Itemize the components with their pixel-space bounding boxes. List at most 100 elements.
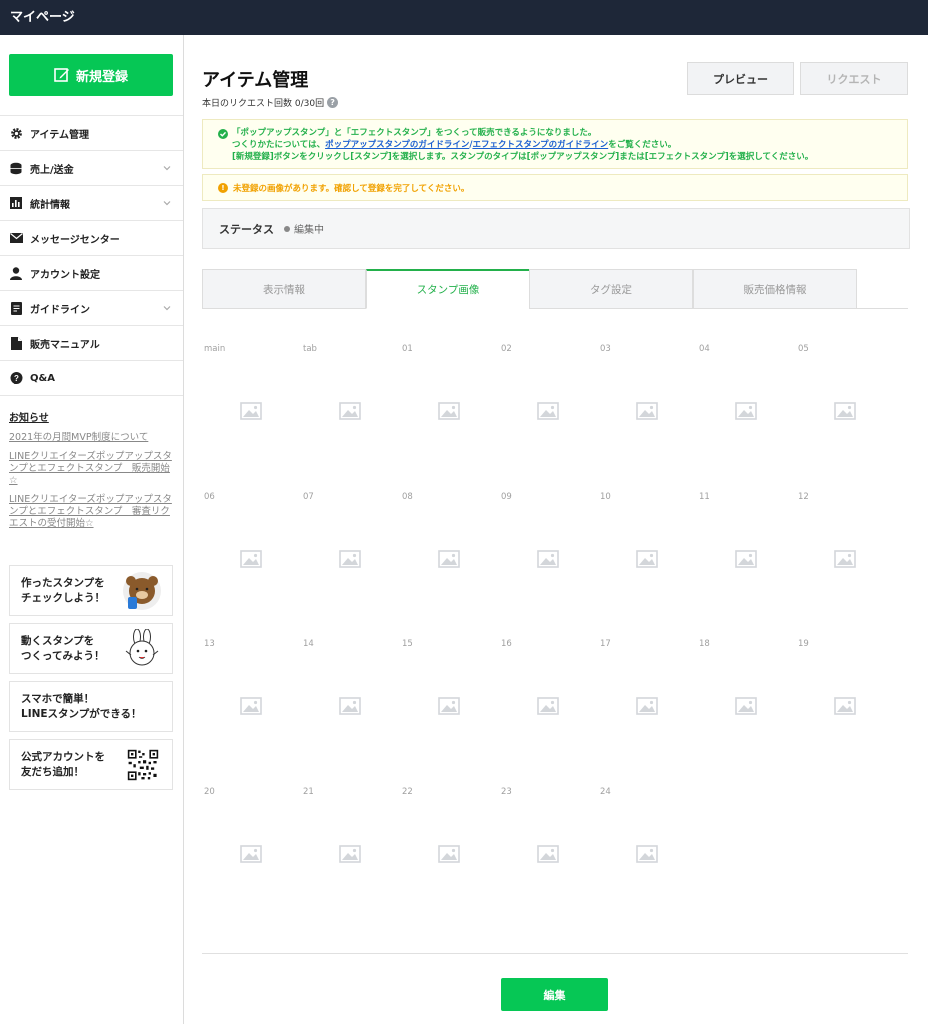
stamp-slot[interactable]: 21 bbox=[301, 778, 391, 918]
stamp-slot[interactable]: 12 bbox=[796, 483, 886, 623]
promo-text: LINEスタンプができる！ bbox=[21, 707, 142, 720]
promo-text: つくってみよう！ bbox=[21, 649, 105, 662]
chevron-down-icon bbox=[163, 166, 171, 171]
stamp-slot-label: 14 bbox=[303, 639, 314, 649]
status-bar: ステータス 編集中 bbox=[202, 208, 910, 249]
stamp-slot[interactable]: 20 bbox=[202, 778, 292, 918]
promo-banner-official-account[interactable]: 公式アカウントを 友だち追加！ bbox=[9, 739, 173, 790]
image-placeholder-icon bbox=[438, 844, 460, 863]
stamp-slot[interactable]: 10 bbox=[598, 483, 688, 623]
edit-button[interactable]: 編集 bbox=[501, 978, 608, 1011]
tab-display-info[interactable]: 表示情報 bbox=[202, 269, 366, 309]
stamp-slot-label: 01 bbox=[402, 344, 413, 354]
brown-bear-icon bbox=[123, 572, 161, 610]
stamp-slot[interactable]: 24 bbox=[598, 778, 688, 918]
help-icon[interactable]: ? bbox=[327, 97, 339, 108]
stamp-slot-label: 03 bbox=[600, 344, 611, 354]
edit-icon bbox=[54, 68, 69, 82]
document-icon bbox=[9, 301, 23, 315]
stamp-slot[interactable]: 14 bbox=[301, 630, 391, 770]
warning-icon: ! bbox=[218, 182, 228, 193]
stamp-slot-label: 24 bbox=[600, 786, 611, 797]
stamp-slot[interactable]: 17 bbox=[598, 630, 688, 770]
stamp-slot[interactable]: 23 bbox=[499, 778, 589, 918]
sidebar-item-guidelines[interactable]: ガイドライン bbox=[0, 291, 183, 326]
image-placeholder-icon bbox=[240, 549, 262, 568]
image-placeholder-icon bbox=[240, 697, 262, 715]
notice-line: つくりかたについては、ポップアップスタンプのガイドライン/エフェクトスタンプのガ… bbox=[232, 139, 907, 151]
stamp-slot-label: 12 bbox=[798, 491, 809, 502]
stamp-slot[interactable]: 18 bbox=[697, 630, 787, 770]
promo-banner-animated-stamps[interactable]: 動くスタンプを つくってみよう！ bbox=[9, 623, 173, 674]
sidebar-item-account-settings[interactable]: アカウント設定 bbox=[0, 256, 183, 291]
stamp-slot[interactable]: 06 bbox=[202, 483, 292, 623]
tab-tag-settings[interactable]: タグ設定 bbox=[529, 269, 693, 309]
sidebar-item-sales-manual[interactable]: 販売マニュアル bbox=[0, 326, 183, 361]
stamp-slot[interactable]: 07 bbox=[301, 483, 391, 623]
news-section: お知らせ 2021年の月間MVP制度について LINEクリエイターズポップアップ… bbox=[9, 413, 174, 537]
image-placeholder-icon bbox=[537, 402, 559, 420]
stamp-slot-label: 21 bbox=[303, 786, 314, 797]
sidebar-item-label: アイテム管理 bbox=[30, 129, 89, 141]
stamp-slot[interactable]: 15 bbox=[400, 630, 490, 770]
stamp-slot[interactable]: 08 bbox=[400, 483, 490, 623]
sidebar-item-label: メッセージセンター bbox=[30, 234, 120, 246]
request-count: 本日のリクエスト回数 0/30回 ? bbox=[202, 96, 339, 109]
stamp-slot[interactable]: 02 bbox=[499, 335, 589, 475]
info-notice: 「ポップアップスタンプ」と「エフェクトスタンプ」をつくって販売できるようになりま… bbox=[202, 119, 908, 169]
image-placeholder-icon bbox=[339, 844, 361, 863]
image-placeholder-icon bbox=[339, 402, 361, 420]
request-button[interactable]: リクエスト bbox=[800, 62, 908, 95]
sidebar-item-sales[interactable]: 売上/送金 bbox=[0, 151, 183, 186]
promo-text: スマホで簡単！ bbox=[21, 692, 95, 705]
preview-button[interactable]: プレビュー bbox=[687, 62, 794, 95]
stamp-slot[interactable]: 01 bbox=[400, 335, 490, 475]
news-link[interactable]: LINEクリエイターズポップアップスタンプとエフェクトスタンプ 審査リクエストの… bbox=[9, 494, 174, 530]
chevron-down-icon bbox=[163, 201, 171, 206]
news-title: お知らせ bbox=[9, 413, 49, 424]
coins-icon bbox=[9, 161, 23, 175]
check-circle-icon bbox=[218, 129, 228, 139]
stamp-slot[interactable]: 19 bbox=[796, 630, 886, 770]
stamp-slot[interactable]: 09 bbox=[499, 483, 589, 623]
stamp-slot-label: tab bbox=[303, 344, 317, 354]
popup-stamp-guideline-link[interactable]: ポップアップスタンプのガイドライン bbox=[325, 140, 469, 150]
new-registration-button[interactable]: 新規登録 bbox=[9, 54, 173, 96]
stamp-slot[interactable]: 05 bbox=[796, 335, 886, 475]
stamp-slot[interactable]: 13 bbox=[202, 630, 292, 770]
stamp-slot-label: 10 bbox=[600, 491, 611, 502]
stamp-slot-label: 05 bbox=[798, 344, 809, 354]
promo-banner-smartphone[interactable]: スマホで簡単！ LINEスタンプができる！ bbox=[9, 681, 173, 732]
tab-stamp-images[interactable]: スタンプ画像 bbox=[366, 269, 530, 309]
sidebar-item-qa[interactable]: ? Q&A bbox=[0, 361, 183, 396]
sidebar-item-label: 統計情報 bbox=[30, 199, 70, 211]
image-placeholder-icon bbox=[537, 697, 559, 715]
stamp-slot[interactable]: 22 bbox=[400, 778, 490, 918]
promo-text: 友だち追加！ bbox=[21, 765, 84, 778]
sidebar-item-message-center[interactable]: メッセージセンター bbox=[0, 221, 183, 256]
main-content: アイテム管理 本日のリクエスト回数 0/30回 ? プレビュー リクエスト 「ポ… bbox=[184, 35, 928, 1024]
stamp-slot-label: 08 bbox=[402, 491, 413, 502]
stamp-slot[interactable]: 04 bbox=[697, 335, 787, 475]
effect-stamp-guideline-link[interactable]: エフェクトスタンプのガイドライン bbox=[472, 140, 608, 150]
news-link[interactable]: 2021年の月間MVP制度について bbox=[9, 432, 174, 444]
stamp-slot[interactable]: tab bbox=[301, 335, 391, 475]
sidebar-item-statistics[interactable]: 統計情報 bbox=[0, 186, 183, 221]
sidebar-item-item-management[interactable]: アイテム管理 bbox=[0, 116, 183, 151]
stamp-slot[interactable]: 11 bbox=[697, 483, 787, 623]
image-placeholder-icon bbox=[537, 549, 559, 568]
sidebar-item-label: アカウント設定 bbox=[30, 269, 100, 281]
stamp-slot-label: 06 bbox=[204, 491, 215, 502]
stamp-slot-label: 02 bbox=[501, 344, 512, 354]
stamp-slot[interactable]: 03 bbox=[598, 335, 688, 475]
stamp-slot-label: 19 bbox=[798, 639, 809, 649]
bar-chart-icon bbox=[9, 196, 23, 210]
stamp-slot[interactable]: main bbox=[202, 335, 292, 475]
request-count-text: 本日のリクエスト回数 0/30回 bbox=[202, 99, 325, 109]
new-registration-label: 新規登録 bbox=[75, 69, 128, 85]
image-placeholder-icon bbox=[636, 844, 658, 863]
tab-sales-price[interactable]: 販売価格情報 bbox=[693, 269, 857, 309]
news-link[interactable]: LINEクリエイターズポップアップスタンプとエフェクトスタンプ 販売開始☆ bbox=[9, 451, 174, 487]
promo-banner-check-stamps[interactable]: 作ったスタンプを チェックしよう！ bbox=[9, 565, 173, 616]
stamp-slot[interactable]: 16 bbox=[499, 630, 589, 770]
